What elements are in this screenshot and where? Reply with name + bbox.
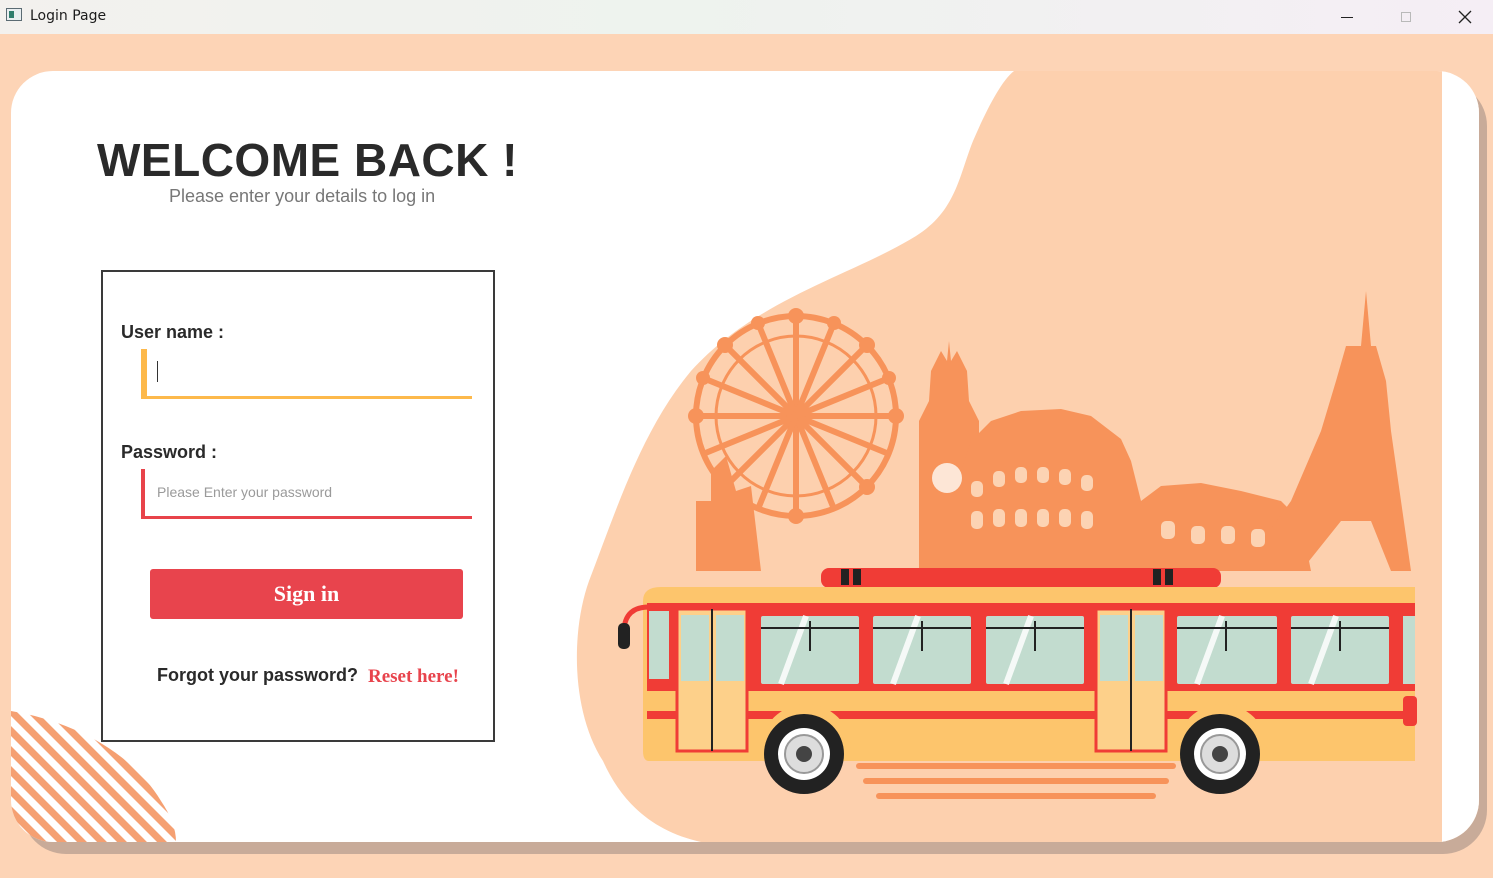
- road-stripes: [856, 763, 1176, 799]
- bus-wheel-left: [761, 704, 851, 794]
- signin-button[interactable]: Sign in: [150, 569, 463, 619]
- username-input[interactable]: [157, 349, 461, 395]
- login-form: User name : Password : Sign in Forgot yo…: [101, 270, 495, 742]
- close-icon: [1458, 10, 1472, 24]
- minimize-button[interactable]: [1318, 0, 1376, 34]
- welcome-heading: WELCOME BACK !: [97, 134, 518, 186]
- minimize-icon: [1341, 16, 1353, 18]
- text-cursor: [157, 361, 158, 382]
- landmarks-illustration: [688, 291, 1411, 571]
- password-field-container: [141, 469, 472, 519]
- maximize-icon: [1401, 12, 1411, 22]
- password-input[interactable]: [155, 469, 459, 515]
- password-label: Password :: [121, 442, 218, 462]
- maximize-button[interactable]: [1377, 0, 1435, 34]
- username-label: User name :: [121, 322, 225, 342]
- forgot-password-text: Forgot your password?: [157, 665, 359, 685]
- login-card: WELCOME BACK ! Please enter your details…: [11, 71, 1479, 842]
- bus-wheel-right: [1177, 704, 1267, 794]
- close-button[interactable]: [1436, 0, 1493, 34]
- travel-illustration: [618, 291, 1417, 799]
- app-window-icon: [6, 8, 22, 21]
- username-field-container: [141, 349, 472, 399]
- window-title: Login Page: [30, 8, 107, 24]
- card-right-edge: [1442, 71, 1479, 842]
- bus-illustration: [618, 568, 1417, 794]
- welcome-subtitle: Please enter your details to log in: [169, 186, 436, 206]
- eiffel-tower-icon: [1241, 346, 1411, 571]
- reset-password-link[interactable]: Reset here!: [368, 666, 459, 688]
- title-bar: Login Page: [0, 0, 1493, 34]
